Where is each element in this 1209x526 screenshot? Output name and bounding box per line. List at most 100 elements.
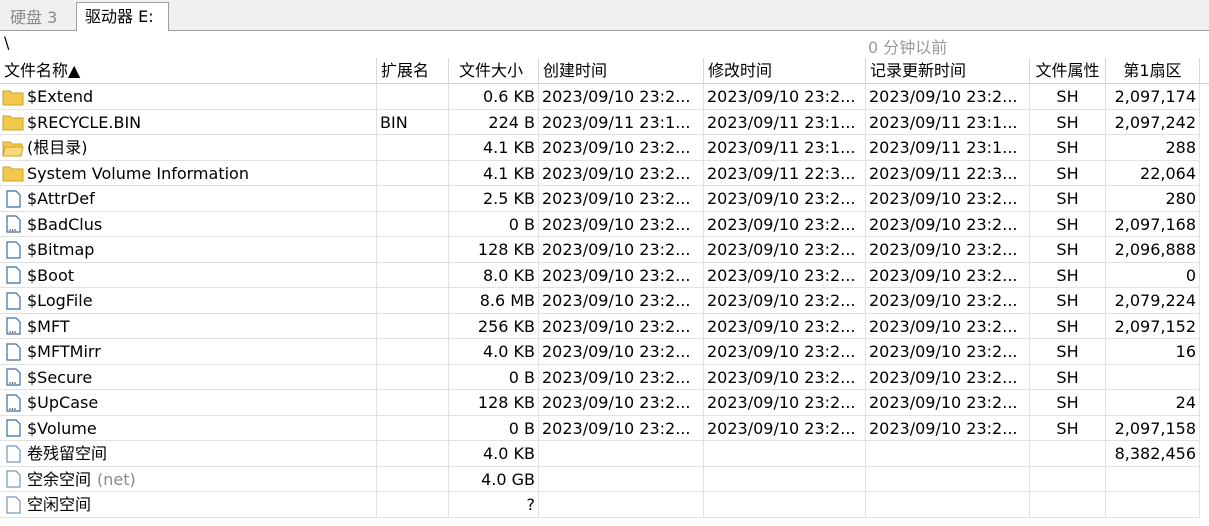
file-dots-icon (2, 215, 24, 233)
cell-record-updated: 2023/09/10 23:2... (866, 339, 1030, 365)
cell-record-updated: 2023/09/10 23:2... (866, 84, 1030, 110)
table-row[interactable]: $Extend 0.6 KB 2023/09/10 23:2... 2023/09/1… (0, 84, 1209, 110)
file-name: System Volume Information (27, 163, 249, 183)
cell-extension (377, 135, 449, 161)
cell-name[interactable]: System Volume Information (0, 160, 377, 186)
cell-size: 8.0 KB (449, 262, 539, 288)
table-row[interactable]: $Volume 0 B 2023/09/10 23:2... 2023/09/10 2… (0, 415, 1209, 441)
cell-size: 128 KB (449, 390, 539, 416)
table-row[interactable]: $MFT 256 KB 2023/09/10 23:2... 2023/09/10 2… (0, 313, 1209, 339)
file-name: (根目录) (27, 138, 88, 157)
cell-record-updated: 2023/09/10 23:2... (866, 288, 1030, 314)
column-header-modified[interactable]: 修改时间 (704, 58, 866, 84)
cell-extension (377, 84, 449, 110)
tab-disk-3[interactable]: 硬盘 3 (2, 4, 74, 31)
table-row[interactable]: $LogFile 8.6 MB 2023/09/10 23:2... 2023/09/… (0, 288, 1209, 314)
tab-drive-e[interactable]: 驱动器 E: (76, 2, 169, 32)
table-row[interactable]: $Secure 0 B 2023/09/10 23:2... 2023/09/10 2… (0, 364, 1209, 390)
table-row[interactable]: $Boot 8.0 KB 2023/09/10 23:2... 2023/09/10 … (0, 262, 1209, 288)
file-name: $Secure (27, 367, 93, 387)
cell-size: 4.1 KB (449, 135, 539, 161)
cell-size: 0 B (449, 415, 539, 441)
table-row[interactable]: 卷残留空间 4.0 KB 8,382,456 (0, 441, 1209, 467)
cell-name[interactable]: $BadClus (0, 211, 377, 237)
cell-record-updated: 2023/09/10 23:2... (866, 262, 1030, 288)
table-row[interactable]: $BadClus 0 B 2023/09/10 23:2... 2023/09/10 … (0, 211, 1209, 237)
cell-record-updated: 2023/09/11 23:1... (866, 135, 1030, 161)
cell-modified: 2023/09/11 23:1... (704, 109, 866, 135)
table-row[interactable]: 空闲空间? (0, 492, 1209, 518)
cell-modified (704, 466, 866, 492)
cell-attributes: SH (1030, 211, 1106, 237)
cell-name[interactable]: 卷残留空间 (0, 441, 377, 467)
cell-created: 2023/09/10 23:2... (539, 237, 704, 263)
cell-name[interactable]: $RECYCLE.BIN (0, 109, 377, 135)
file-plain-icon (2, 496, 24, 514)
cell-first-sector: 0 (1106, 262, 1200, 288)
column-header-attributes[interactable]: 文件属性 (1030, 58, 1106, 84)
cell-extension (377, 313, 449, 339)
cell-name[interactable]: $Bitmap (0, 237, 377, 263)
cell-name[interactable]: $AttrDef (0, 186, 377, 212)
cell-first-sector: 2,097,174 (1106, 84, 1200, 110)
cell-first-sector: 8,382,456 (1106, 441, 1200, 467)
table-row[interactable]: $AttrDef 2.5 KB 2023/09/10 23:2... 2023/09/… (0, 186, 1209, 212)
file-name: $Extend (27, 87, 94, 106)
cell-name[interactable]: $MFT (0, 313, 377, 339)
cell-size: 2.5 KB (449, 186, 539, 212)
column-header-name[interactable]: 文件名称▲ (0, 58, 377, 84)
cell-name[interactable]: $UpCase (0, 390, 377, 416)
column-header-created[interactable]: 创建时间 (539, 58, 704, 84)
file-name: $UpCase (27, 393, 99, 412)
cell-name[interactable]: $MFTMirr (0, 339, 377, 365)
cell-created: 2023/09/10 23:2... (539, 160, 704, 186)
cell-name[interactable]: 空闲空间 (0, 492, 377, 518)
cell-attributes: SH (1030, 160, 1106, 186)
cell-record-updated: 2023/09/10 23:2... (866, 390, 1030, 416)
cell-created: 2023/09/10 23:2... (539, 313, 704, 339)
cell-attributes: SH (1030, 390, 1106, 416)
cell-extension (377, 466, 449, 492)
cell-extension (377, 160, 449, 186)
cell-extension (377, 415, 449, 441)
cell-extension (377, 237, 449, 263)
file-icon (2, 342, 24, 361)
column-header-record-updated[interactable]: 记录更新时间 (866, 58, 1030, 84)
table-row[interactable]: 空余空间 (net) 4.0 GB (0, 466, 1209, 492)
column-header-extension[interactable]: 扩展名 (377, 58, 449, 84)
cell-created: 2023/09/10 23:2... (539, 135, 704, 161)
cell-name[interactable]: $LogFile (0, 288, 377, 314)
cell-first-sector (1106, 466, 1200, 492)
cell-modified: 2023/09/10 23:2... (704, 262, 866, 288)
file-name: $Boot (27, 265, 75, 285)
table-row[interactable]: $UpCase 128 KB 2023/09/10 23:2... 2023/09/1… (0, 390, 1209, 416)
cell-modified: 2023/09/10 23:2... (704, 415, 866, 441)
cell-name[interactable]: $Boot (0, 262, 377, 288)
file-dots-icon (2, 393, 24, 412)
table-row[interactable]: $RECYCLE.BIN BIN 224 B 2023/09/11 23:1... 20… (0, 109, 1209, 135)
column-header-size[interactable]: 文件大小 (449, 58, 539, 84)
cell-size: 0.6 KB (449, 84, 539, 110)
table-row[interactable]: System Volume Information 4.1 KB 2023/09/1… (0, 160, 1209, 186)
table-row[interactable]: $Bitmap 128 KB 2023/09/10 23:2... 2023/09/1… (0, 237, 1209, 263)
table-row[interactable]: (根目录) 4.1 KB 2023/09/10 23:2... 2023/09/11 … (0, 135, 1209, 161)
cell-name[interactable]: 空余空间 (net) (0, 466, 377, 492)
cell-first-sector: 2,096,888 (1106, 237, 1200, 263)
cell-modified: 2023/09/10 23:2... (704, 364, 866, 390)
cell-name[interactable]: $Volume (0, 415, 377, 441)
cell-modified: 2023/09/11 22:3... (704, 160, 866, 186)
cell-attributes: SH (1030, 313, 1106, 339)
file-name: $Volume (27, 418, 97, 438)
cell-name[interactable]: $Extend (0, 84, 377, 110)
cell-name[interactable]: (根目录) (0, 135, 377, 161)
cell-attributes: SH (1030, 288, 1106, 314)
cell-modified: 2023/09/10 23:2... (704, 84, 866, 110)
cell-created (539, 492, 704, 518)
cell-extension (377, 186, 449, 212)
cell-modified (704, 492, 866, 518)
column-header-first-sector[interactable]: 第1扇区 (1106, 58, 1200, 84)
cell-attributes: SH (1030, 364, 1106, 390)
cell-name[interactable]: $Secure (0, 364, 377, 390)
cell-created: 2023/09/10 23:2... (539, 364, 704, 390)
table-row[interactable]: $MFTMirr 4.0 KB 2023/09/10 23:2... 2023/09/… (0, 339, 1209, 365)
